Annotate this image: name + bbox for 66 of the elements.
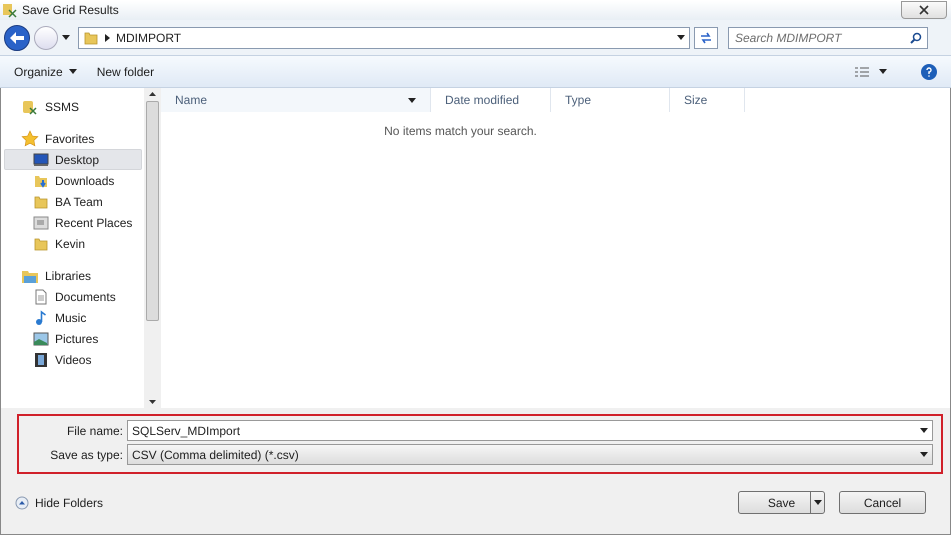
address-bar[interactable]: MDIMPORT (78, 26, 690, 48)
scrollbar[interactable] (144, 88, 161, 408)
film-icon (33, 352, 49, 368)
new-folder-button[interactable]: New folder (96, 62, 154, 80)
scroll-down-icon (149, 400, 156, 404)
field-label: Save as type: (49, 446, 123, 464)
chevron-icon (105, 34, 110, 42)
caret-icon (408, 98, 416, 102)
folder-icon (33, 236, 49, 252)
column-header[interactable]: Type (551, 88, 670, 112)
sidebar-item[interactable]: Recent Places (4, 212, 142, 233)
folder-icon (33, 194, 49, 210)
refresh-icon (699, 32, 713, 44)
document-icon (33, 288, 49, 304)
collapse-icon (15, 496, 29, 510)
list-view-icon (855, 66, 869, 76)
caret-icon (920, 428, 928, 433)
monitor-icon (33, 152, 49, 168)
help-icon (926, 66, 932, 76)
field-label: File name: (66, 422, 123, 440)
app-icon (2, 2, 18, 18)
close-button[interactable] (901, 1, 947, 19)
caret-icon (68, 69, 77, 74)
scroll-thumb[interactable] (146, 100, 159, 321)
search-field[interactable]: Search MDIMPORT (728, 26, 928, 48)
caret-icon (62, 35, 70, 40)
address-path: MDIMPORT (116, 30, 182, 46)
view-button[interactable] (855, 66, 887, 76)
sidebar-item[interactable]: Downloads (4, 170, 142, 191)
column-header[interactable]: Date modified (431, 88, 551, 112)
folder-icon (83, 30, 99, 46)
save-type-dropdown[interactable]: CSV (Comma delimited) (*.csv) (127, 444, 933, 465)
sidebar-item[interactable]: Documents (4, 286, 142, 307)
sidebar-item[interactable]: Kevin (4, 233, 142, 254)
window-title: Save Grid Results (22, 2, 119, 19)
help-button[interactable] (921, 64, 937, 80)
sidebar-item[interactable]: Favorites (4, 128, 142, 149)
sidebar-item[interactable]: Libraries (4, 265, 142, 286)
scroll-up-icon (149, 92, 156, 96)
recent-places-icon (33, 214, 49, 230)
organize-button[interactable]: Organize (14, 62, 77, 80)
column-header[interactable]: Name (161, 88, 431, 112)
close-icon (919, 5, 929, 15)
sidebar-item[interactable]: Desktop (4, 149, 142, 170)
sidebar-item[interactable]: SSMS (4, 96, 142, 117)
search-icon (910, 32, 922, 44)
refresh-button[interactable] (694, 26, 718, 48)
music-note-icon (33, 310, 49, 326)
caret-icon (814, 500, 822, 505)
image-icon (33, 330, 49, 346)
caret-icon (920, 452, 928, 457)
sidebar-item[interactable]: BA Team (4, 191, 142, 212)
file-name-field[interactable]: SQLServ_MDImport (127, 420, 933, 441)
save-button[interactable]: Save (738, 491, 825, 514)
hide-folders-button[interactable]: Hide Folders (15, 494, 104, 512)
empty-message: No items match your search. (384, 123, 537, 140)
sidebar-item[interactable]: Music (4, 307, 142, 328)
back-arrow-icon (10, 32, 24, 44)
sidebar-item[interactable]: Pictures (4, 328, 142, 349)
star-icon (21, 130, 39, 148)
back-button[interactable] (4, 24, 30, 50)
column-header[interactable]: Size (670, 88, 745, 112)
cancel-button[interactable]: Cancel (839, 491, 926, 514)
sidebar-item[interactable]: Videos (4, 349, 142, 370)
caret-icon (879, 69, 887, 74)
caret-icon (677, 35, 685, 40)
